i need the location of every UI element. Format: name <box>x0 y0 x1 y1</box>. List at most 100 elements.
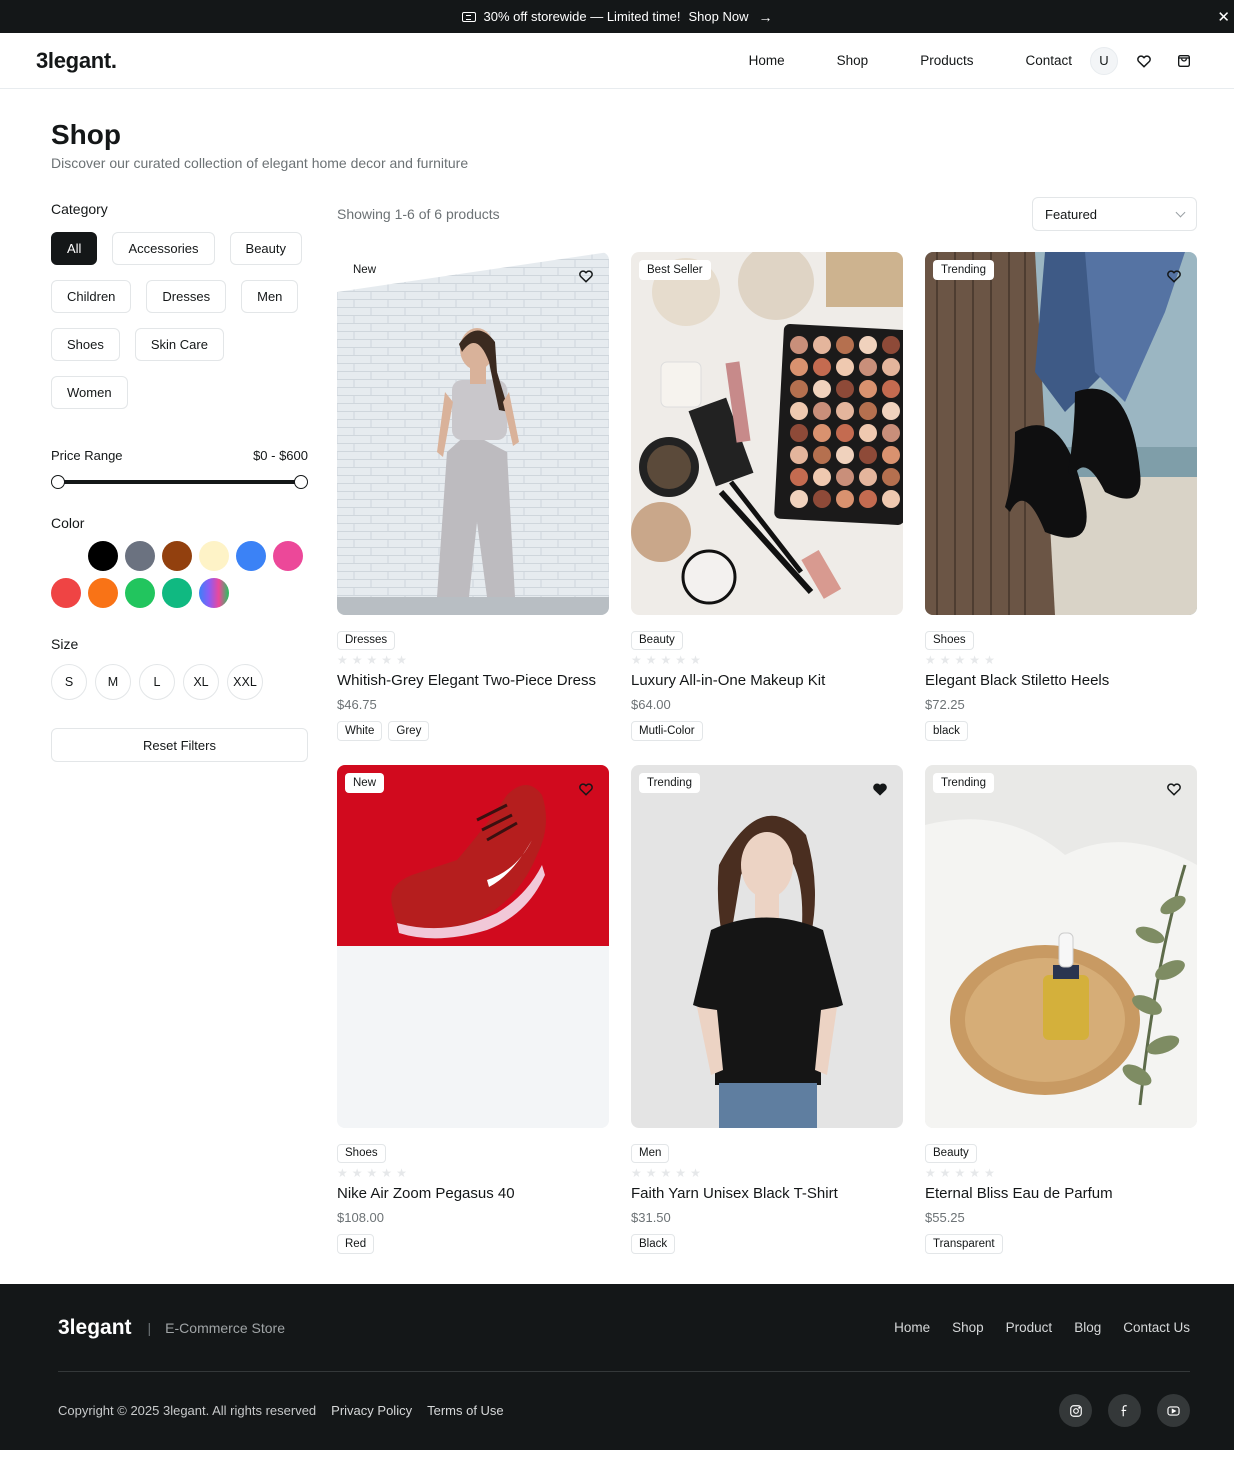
footer-nav-shop[interactable]: Shop <box>952 1320 984 1335</box>
product-badge: New <box>353 264 377 276</box>
wishlist-button[interactable] <box>1130 47 1158 75</box>
product-name[interactable]: Elegant Black Stiletto Heels <box>925 672 1197 689</box>
footer-nav-contact-us[interactable]: Contact Us <box>1123 1320 1190 1335</box>
eyeshadow-pan <box>813 380 831 398</box>
product-name[interactable]: Nike Air Zoom Pegasus 40 <box>337 1185 609 1202</box>
reset-filters-button[interactable]: Reset Filters <box>51 728 308 762</box>
announcement-bar: 30% off storewide — Limited time! Shop N… <box>0 0 1234 33</box>
close-icon[interactable]: ✕ <box>1217 8 1230 26</box>
avatar[interactable]: U <box>1090 46 1118 75</box>
color-swatch-multicolor[interactable] <box>199 578 229 608</box>
product-name[interactable]: Eternal Bliss Eau de Parfum <box>925 1185 1197 1202</box>
color-swatches <box>51 541 308 608</box>
instagram-button[interactable] <box>1059 1394 1092 1427</box>
heart-icon[interactable] <box>577 780 595 798</box>
heart-icon[interactable] <box>1165 267 1183 285</box>
color-swatch-pink[interactable] <box>273 541 303 571</box>
size-label: Size <box>51 636 79 652</box>
nav-products[interactable]: Products <box>920 53 973 68</box>
product-name[interactable]: Faith Yarn Unisex Black T-Shirt <box>631 1185 903 1202</box>
nav-shop[interactable]: Shop <box>837 53 869 68</box>
eyeshadow-pan <box>859 402 877 420</box>
color-swatch-cream[interactable] <box>199 541 229 571</box>
color-swatch-black[interactable] <box>88 541 118 571</box>
category-chip-accessories[interactable]: Accessories <box>112 232 215 265</box>
heart-icon[interactable] <box>577 267 595 285</box>
nav-contact[interactable]: Contact <box>1025 53 1072 68</box>
color-swatch-blue[interactable] <box>236 541 266 571</box>
color-swatch-emerald[interactable] <box>162 578 192 608</box>
size-option-l[interactable]: L <box>139 664 175 700</box>
category-chip-skin-care[interactable]: Skin Care <box>134 328 224 361</box>
category-chip-beauty[interactable]: Beauty <box>229 232 303 265</box>
rating-stars: ★ ★ ★ ★ ★ <box>337 653 407 667</box>
terms-of-use-link[interactable]: Terms of Use <box>427 1403 504 1418</box>
product-name[interactable]: Whitish-Grey Elegant Two-Piece Dress <box>337 672 609 689</box>
sort-select[interactable]: Featured <box>1032 197 1197 231</box>
footer-nav-blog[interactable]: Blog <box>1074 1320 1101 1335</box>
eyeshadow-pan <box>836 336 854 354</box>
footer-nav-home[interactable]: Home <box>894 1320 930 1335</box>
category-chip-shoes[interactable]: Shoes <box>51 328 120 361</box>
color-swatch-red[interactable] <box>51 578 81 608</box>
youtube-button[interactable] <box>1157 1394 1190 1427</box>
nav-home[interactable]: Home <box>749 53 785 68</box>
color-swatch-orange[interactable] <box>88 578 118 608</box>
arrow-right-icon[interactable]: → <box>759 9 773 25</box>
footer-logo[interactable]: 3legant <box>58 1316 132 1340</box>
eyeshadow-pan <box>813 446 831 464</box>
product-category: Dresses <box>337 631 396 650</box>
cart-button[interactable] <box>1170 47 1198 75</box>
product-category: Men <box>631 1144 670 1163</box>
color-swatch-green[interactable] <box>125 578 155 608</box>
category-chip-women[interactable]: Women <box>51 376 128 409</box>
eyeshadow-pan <box>813 490 831 508</box>
slider-min-handle[interactable] <box>51 475 65 489</box>
product-image[interactable]: Trending <box>631 765 903 1128</box>
heart-filled-icon[interactable] <box>871 780 889 798</box>
product-image[interactable]: New <box>337 252 609 615</box>
product-image[interactable]: Best Seller <box>631 252 903 615</box>
category-chip-men[interactable]: Men <box>241 280 299 313</box>
product-image[interactable]: New <box>337 765 609 1128</box>
size-option-s[interactable]: S <box>51 664 87 700</box>
product-badge: Trending <box>933 260 994 280</box>
color-swatch-brown[interactable] <box>162 541 192 571</box>
product-badge: Trending <box>933 773 994 793</box>
product-image[interactable]: Trending <box>925 252 1197 615</box>
size-option-xl[interactable]: XL <box>183 664 219 700</box>
category-chip-dresses[interactable]: Dresses <box>146 280 227 313</box>
eyeshadow-pan <box>882 446 900 464</box>
color-swatch-white[interactable] <box>51 541 81 571</box>
eyeshadow-pan <box>790 468 808 486</box>
eyeshadow-pan <box>790 446 808 464</box>
privacy-policy-link[interactable]: Privacy Policy <box>331 1403 412 1418</box>
category-chip-children[interactable]: Children <box>51 280 132 313</box>
shop-now-link[interactable]: Shop Now <box>689 9 749 24</box>
product-card[interactable]: New Shoes ★ ★ ★ ★ ★ Nike Air Zoom Pegasus 40… <box>337 765 609 1254</box>
product-card[interactable]: Best Seller Beauty ★ ★ ★ ★ ★ Luxury All-in-O… <box>631 252 903 741</box>
eyeshadow-pan <box>882 380 900 398</box>
eyeshadow-pan <box>790 424 808 442</box>
category-chip-all[interactable]: All <box>51 232 98 265</box>
product-card[interactable]: Trending Beauty ★ ★ ★ ★ ★ Eternal Bliss Eau … <box>925 765 1197 1254</box>
size-option-xxl[interactable]: XXL <box>227 664 263 700</box>
eyeshadow-pan <box>790 380 808 398</box>
product-price: $46.75 <box>337 697 377 712</box>
product-image[interactable]: Trending <box>925 765 1197 1128</box>
price-range-slider[interactable] <box>51 474 308 490</box>
logo[interactable]: 3legant. <box>36 48 117 74</box>
eyeshadow-pan <box>813 402 831 420</box>
footer-nav-product[interactable]: Product <box>1006 1320 1053 1335</box>
slider-max-handle[interactable] <box>294 475 308 489</box>
facebook-icon <box>1121 1404 1127 1416</box>
facebook-button[interactable] <box>1108 1394 1141 1427</box>
product-category: Shoes <box>925 631 974 650</box>
product-card[interactable]: New Dresses ★ ★ ★ ★ ★ Whitish-Grey Elegant T… <box>337 252 609 741</box>
product-name[interactable]: Luxury All-in-One Makeup Kit <box>631 672 903 689</box>
product-card[interactable]: Trending Men ★ ★ ★ ★ ★ Faith Yarn Unisex Bla… <box>631 765 903 1254</box>
product-card[interactable]: Trending Shoes ★ ★ ★ ★ ★ Elegant Black Stile… <box>925 252 1197 741</box>
color-swatch-grey[interactable] <box>125 541 155 571</box>
heart-icon[interactable] <box>1165 780 1183 798</box>
size-option-m[interactable]: M <box>95 664 131 700</box>
